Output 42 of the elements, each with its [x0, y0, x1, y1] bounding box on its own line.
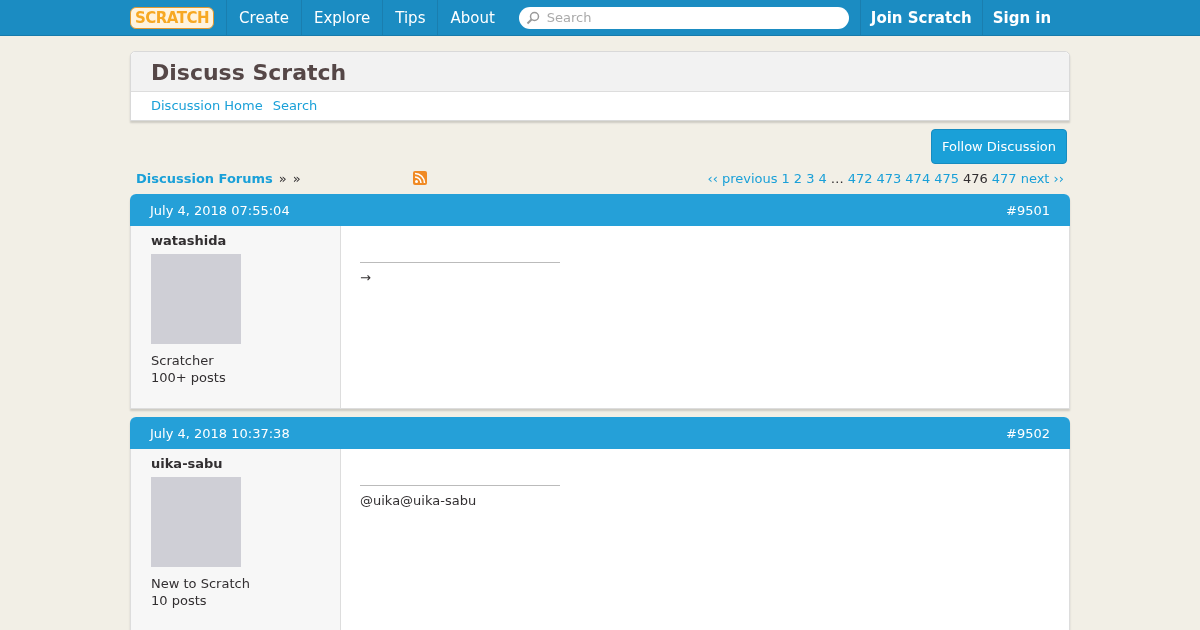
scratch-logo[interactable]: SCRATCH	[130, 6, 215, 29]
page-link[interactable]: 474	[905, 170, 931, 186]
page-link[interactable]: 477	[991, 170, 1017, 186]
nav-link[interactable]: Create	[226, 0, 301, 35]
post-number-link[interactable]: #9501	[1006, 202, 1050, 218]
user-rank: New to Scratch	[151, 575, 251, 592]
header-link[interactable]: Search	[272, 98, 318, 113]
current-page-number: 476	[963, 170, 988, 186]
username-link[interactable]: watashida	[151, 233, 340, 248]
search-icon	[525, 10, 540, 25]
post-text: @uika@uika-sabu	[360, 493, 478, 508]
page-link[interactable]: 2	[793, 170, 803, 186]
user-post-count: 100+ posts	[151, 369, 227, 386]
page-title: Discuss Scratch	[131, 52, 1069, 92]
post-date: July 4, 2018 07:55:04	[150, 202, 290, 218]
page-link[interactable]: 473	[876, 170, 902, 186]
account-link[interactable]: Sign in	[981, 0, 1062, 35]
pagination-ellipsis: …	[830, 170, 844, 186]
username-link[interactable]: uika-sabu	[151, 456, 340, 471]
header-link[interactable]: Discussion Home	[151, 98, 263, 113]
page-link[interactable]: 475	[934, 170, 959, 186]
post-number-link[interactable]: #9502	[1006, 425, 1050, 441]
user-rank: Scratcher	[151, 352, 215, 369]
page-link[interactable]: 4	[818, 170, 827, 186]
post-date: July 4, 2018 10:37:38	[150, 425, 290, 441]
page-link[interactable]: 1	[781, 170, 790, 186]
user-post-count: 10 posts	[151, 592, 208, 609]
search-field[interactable]: Search	[518, 6, 849, 29]
post-text: →	[360, 270, 372, 285]
account-link[interactable]: Join Scratch	[859, 0, 982, 35]
page-link[interactable]: 3	[806, 170, 815, 186]
next-page-link[interactable]: next ››	[1020, 170, 1064, 186]
nav-link[interactable]: Explore	[300, 0, 383, 35]
previous-page-link[interactable]: ‹‹ previous	[707, 170, 778, 186]
breadcrumb-separator: »	[278, 170, 287, 186]
breadcrumb-link[interactable]: Discussion Forums	[136, 170, 273, 186]
page-link[interactable]: 472	[847, 170, 873, 186]
rss-icon[interactable]	[412, 171, 427, 185]
nav-link[interactable]: About	[437, 0, 507, 35]
breadcrumb-separator: »	[292, 170, 301, 186]
nav-link[interactable]: Tips	[382, 0, 438, 35]
follow-button[interactable]: Follow Discussion	[930, 129, 1067, 164]
